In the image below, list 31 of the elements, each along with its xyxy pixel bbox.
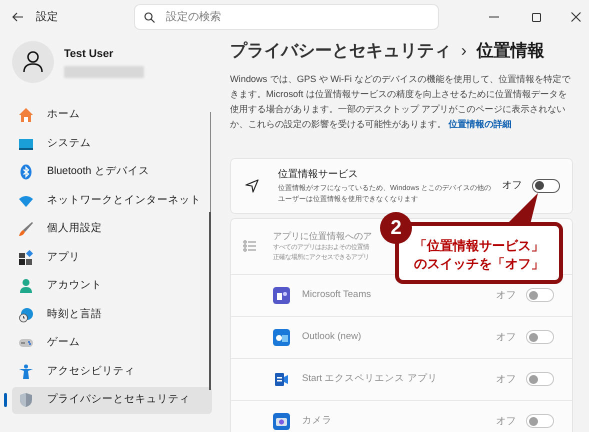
app-name: Outlook (new) <box>302 330 362 344</box>
window-title: 設定 <box>36 10 58 25</box>
nav-item[interactable]: ゲーム <box>12 330 212 356</box>
app-name: カメラ <box>302 414 332 428</box>
nav-item[interactable]: アカウント <box>12 273 212 300</box>
nav-item[interactable]: アプリ <box>12 244 212 271</box>
breadcrumb-separator: › <box>461 40 467 62</box>
callout-text: 「位置情報サービス」 <box>414 237 544 255</box>
toggle-state-label: オフ <box>496 372 516 386</box>
app-name: Start エクスペリエンス アプリ <box>302 372 438 386</box>
app-name: Microsoft Teams <box>302 288 371 302</box>
callout-text: のスイッチを「オフ」 <box>414 255 544 273</box>
setting-title: アプリに位置情報へのア <box>273 230 372 243</box>
nav-item[interactable]: アクセシビリティ <box>12 358 212 385</box>
toggle-state-label: オフ <box>502 179 522 193</box>
nav-item[interactable]: ホーム <box>12 102 212 128</box>
nav-item[interactable]: 時刻と言語 <box>12 302 212 328</box>
user-name: Test User <box>64 46 114 62</box>
page-heading[interactable]: プライバシーとセキュリティ <box>230 38 451 64</box>
page-heading: 位置情報 <box>476 40 545 62</box>
toggle-state-label: オフ <box>496 330 516 344</box>
nav-item[interactable]: システム <box>12 130 212 157</box>
intro-paragraph: Windows では、GPS や Wi-Fi などのデバイスの機能を使用して、位置情報を特定できます。Microsoft は位置情報サービスの精度を向上させるために位置情報データを使用する場合があります。一部のデスクトップ アプリがこのページに表示されないか、これらの設定の影響を受ける可能性があります。 位置情報の詳細 <box>230 72 572 130</box>
setting-title: 位置情報サービス <box>278 168 359 182</box>
toggle-state-label: オフ <box>496 288 516 302</box>
nav-item[interactable]: ネットワークとインターネット <box>12 188 212 214</box>
nav-item[interactable]: 個人用設定 <box>12 216 212 242</box>
learn-more-link[interactable]: 位置情報の詳細 <box>448 118 512 128</box>
search-field[interactable]: 設定の検索 <box>134 4 439 30</box>
nav-item[interactable]: Bluetooth とデバイス <box>12 159 212 186</box>
toggle-state-label: オフ <box>496 414 516 428</box>
